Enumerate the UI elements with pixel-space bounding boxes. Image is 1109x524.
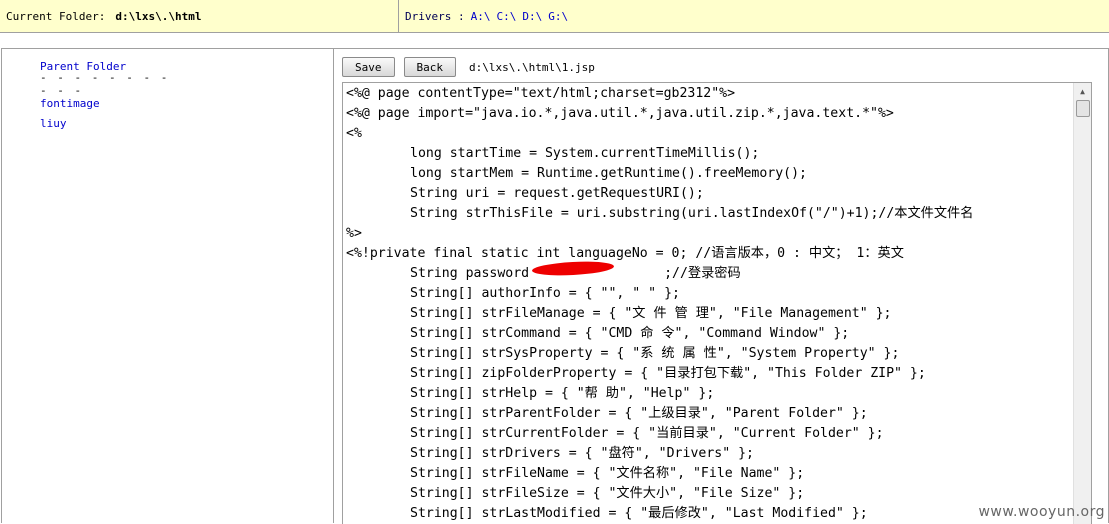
watermark: www.wooyun.org bbox=[978, 504, 1105, 520]
code-line: long startTime = System.currentTimeMilli… bbox=[346, 144, 1071, 164]
top-bar: Current Folder: d:\lxs\.\html Drivers : … bbox=[0, 0, 1109, 33]
drive-link-g[interactable]: G:\ bbox=[548, 10, 568, 23]
current-folder-value: d:\lxs\.\html bbox=[115, 9, 202, 23]
code-line: String[] strSysProperty = { "系 统 属 性", "… bbox=[346, 344, 1071, 364]
code-line-text: String[] strCurrentFolder = { "当前目录", "C… bbox=[410, 426, 884, 441]
code-line: String[] strParentFolder = { "上级目录", "Pa… bbox=[346, 404, 1071, 424]
code-line: String[] strHelp = { "帮 助", "Help" }; bbox=[346, 384, 1071, 404]
scroll-thumb[interactable] bbox=[1076, 100, 1090, 117]
code-line: <%@ page contentType="text/html;charset=… bbox=[346, 84, 1071, 104]
code-line: String[] strCommand = { "CMD 命 令", "Comm… bbox=[346, 324, 1071, 344]
code-line-text: String[] strDrivers = { "盘符", "Drivers" … bbox=[410, 446, 754, 461]
code-line-text: <%@ page contentType="text/html;charset=… bbox=[346, 86, 736, 101]
drive-link-d[interactable]: D:\ bbox=[522, 10, 542, 23]
code-line-text: String[] strFileManage = { "文 件 管 理", "F… bbox=[410, 306, 892, 321]
code-line: String[] strFileName = { "文件名称", "File N… bbox=[346, 464, 1071, 484]
back-button[interactable]: Back bbox=[403, 57, 456, 77]
current-folder-label: Current Folder: bbox=[6, 9, 106, 23]
current-folder-cell: Current Folder: d:\lxs\.\html bbox=[0, 0, 399, 32]
code-line: <% bbox=[346, 124, 1071, 144]
sidebar-separator: - - - - - - - - - - - bbox=[40, 71, 170, 97]
code-line-text: String[] strCommand = { "CMD 命 令", "Comm… bbox=[410, 326, 850, 341]
editor-area: Save Back d:\lxs\.\html\1.jsp <%@ page c… bbox=[334, 49, 1108, 524]
code-line-text: <%@ page import="java.io.*,java.util.*,j… bbox=[346, 106, 894, 121]
code-line-text: String[] strLastModified = { "最后修改", "La… bbox=[410, 506, 868, 521]
code-content[interactable]: <%@ page contentType="text/html;charset=… bbox=[346, 84, 1071, 524]
drivers-label: Drivers : bbox=[405, 9, 465, 23]
scroll-up-arrow-icon[interactable]: ▲ bbox=[1074, 83, 1091, 100]
code-line-text: String uri = request.getRequestURI(); bbox=[410, 186, 704, 201]
code-line: String[] strDrivers = { "盘符", "Drivers" … bbox=[346, 444, 1071, 464]
folder-sidebar: Parent Folder - - - - - - - - - - - font… bbox=[2, 49, 334, 523]
code-line: String[] strCurrentFolder = { "当前目录", "C… bbox=[346, 424, 1071, 444]
folder-link-liuy[interactable]: liuy bbox=[40, 117, 67, 130]
code-line: String password ;//登录密码 bbox=[346, 264, 1071, 284]
code-line: String[] strFileSize = { "文件大小", "File S… bbox=[346, 484, 1071, 504]
code-line: <%!private final static int languageNo =… bbox=[346, 244, 1071, 264]
folder-link-fontimage[interactable]: fontimage bbox=[40, 97, 100, 110]
code-line: String[] zipFolderProperty = { "目录打包下载",… bbox=[346, 364, 1071, 384]
code-line-text: String[] strHelp = { "帮 助", "Help" }; bbox=[410, 386, 715, 401]
code-line: String[] strLastModified = { "最后修改", "La… bbox=[346, 504, 1071, 524]
file-path: d:\lxs\.\html\1.jsp bbox=[469, 60, 595, 74]
code-line-text: <%!private final static int languageNo =… bbox=[346, 246, 904, 261]
code-line: String[] strFileManage = { "文 件 管 理", "F… bbox=[346, 304, 1071, 324]
save-button[interactable]: Save bbox=[342, 57, 395, 77]
code-line: String strThisFile = uri.substring(uri.l… bbox=[346, 204, 1071, 224]
code-line-text: String[] authorInfo = { "", " " }; bbox=[410, 286, 680, 301]
code-line: String[] authorInfo = { "", " " }; bbox=[346, 284, 1071, 304]
code-line: String uri = request.getRequestURI(); bbox=[346, 184, 1071, 204]
file-manager-panel: Parent Folder - - - - - - - - - - - font… bbox=[1, 48, 1109, 524]
drive-link-c[interactable]: C:\ bbox=[496, 10, 516, 23]
drivers-cell: Drivers : A:\ C:\ D:\ G:\ bbox=[399, 0, 568, 32]
code-textarea[interactable]: <%@ page contentType="text/html;charset=… bbox=[342, 82, 1092, 524]
vertical-scrollbar[interactable]: ▲ bbox=[1073, 83, 1091, 524]
code-line: %> bbox=[346, 224, 1071, 244]
code-line: <%@ page import="java.io.*,java.util.*,j… bbox=[346, 104, 1071, 124]
code-line-text: %> bbox=[346, 226, 362, 241]
code-line-text: long startMem = Runtime.getRuntime().fre… bbox=[410, 166, 807, 181]
code-line-text: String[] zipFolderProperty = { "目录打包下载",… bbox=[410, 366, 926, 381]
code-line-text: String[] strParentFolder = { "上级目录", "Pa… bbox=[410, 406, 868, 421]
code-line: long startMem = Runtime.getRuntime().fre… bbox=[346, 164, 1071, 184]
code-line-text: String[] strFileSize = { "文件大小", "File S… bbox=[410, 486, 805, 501]
code-line-text: String[] strFileName = { "文件名称", "File N… bbox=[410, 466, 805, 481]
code-line-text: long startTime = System.currentTimeMilli… bbox=[410, 146, 760, 161]
code-line-text: String strThisFile = uri.substring(uri.l… bbox=[410, 206, 974, 221]
code-line-text: String[] strSysProperty = { "系 统 属 性", "… bbox=[410, 346, 900, 361]
editor-toolbar: Save Back d:\lxs\.\html\1.jsp bbox=[342, 57, 595, 77]
code-line-text: <% bbox=[346, 126, 362, 141]
drive-link-a[interactable]: A:\ bbox=[471, 10, 491, 23]
